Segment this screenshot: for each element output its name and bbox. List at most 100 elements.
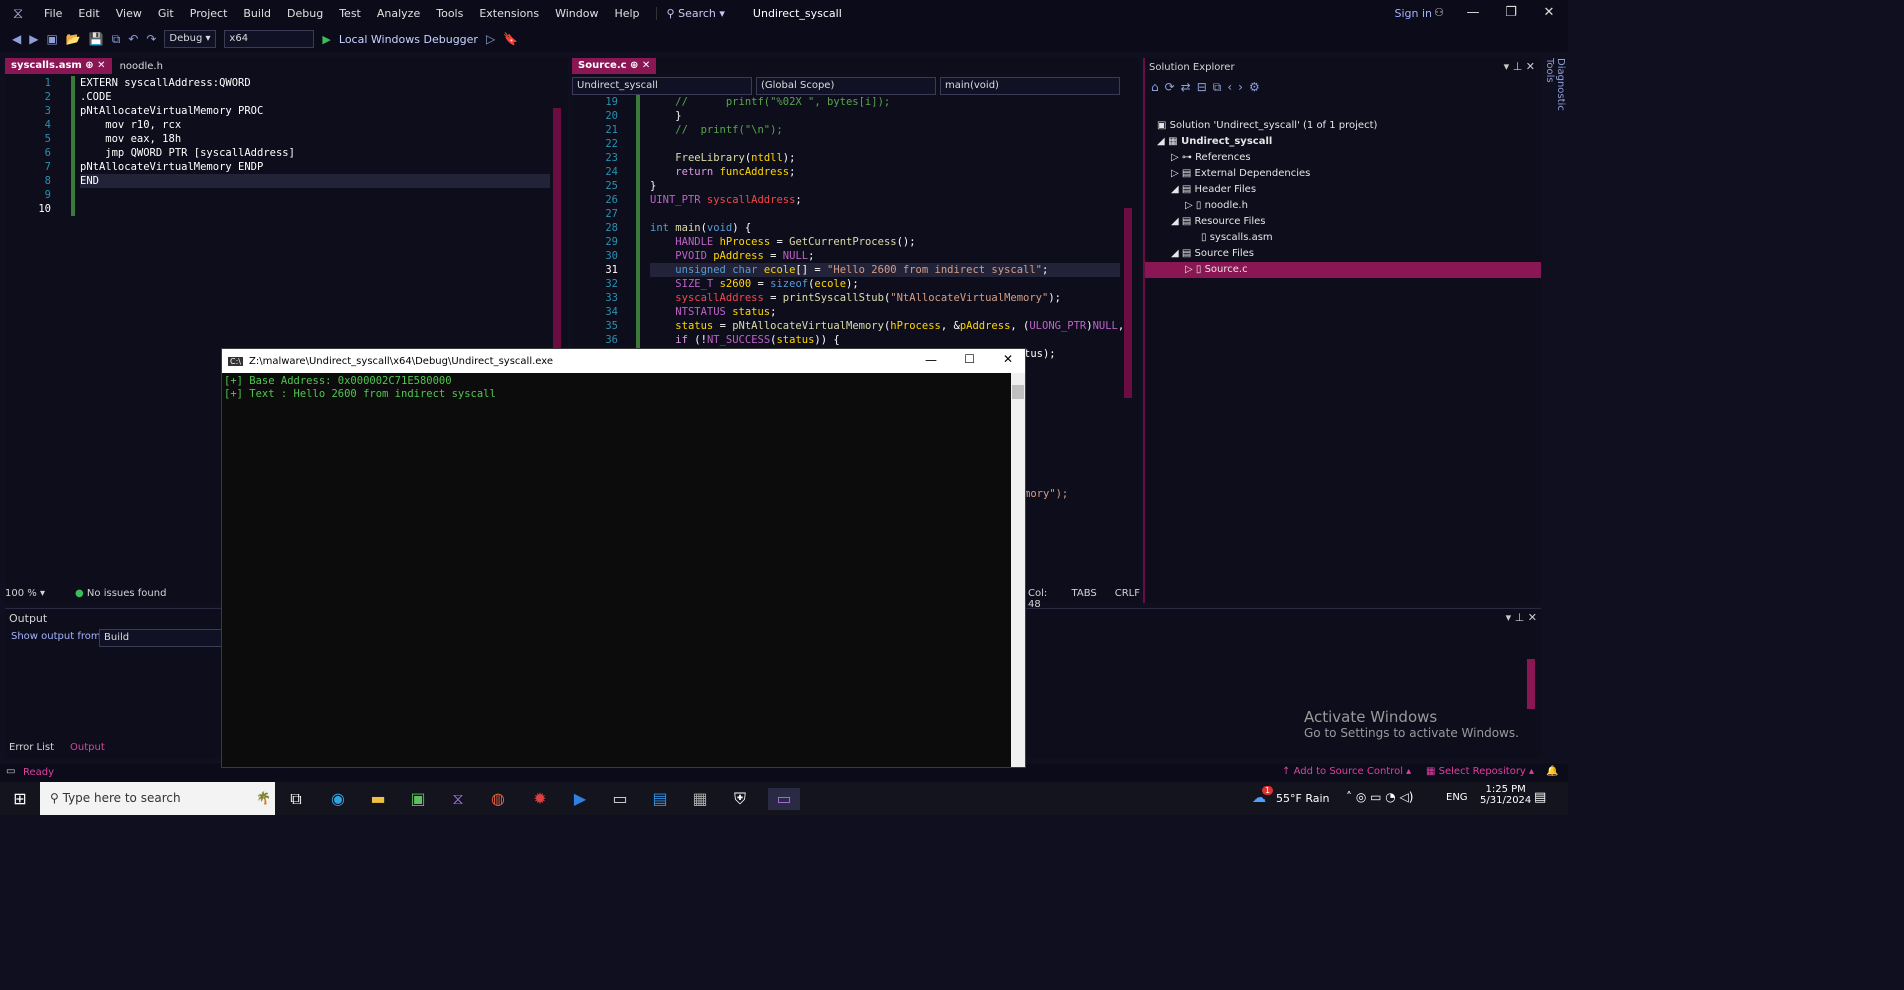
- console-scrollbar[interactable]: [1011, 373, 1025, 767]
- restore-button[interactable]: ❐: [1492, 0, 1530, 26]
- file-explorer-icon[interactable]: ▬: [366, 788, 390, 810]
- weather-text[interactable]: 55°F Rain: [1276, 792, 1330, 805]
- menu-analyze[interactable]: Analyze: [369, 7, 428, 20]
- console-minimize-button[interactable]: —: [925, 353, 937, 367]
- task-view-icon[interactable]: ⧉: [284, 788, 308, 810]
- menu-project[interactable]: Project: [182, 7, 236, 20]
- output-pane-controls[interactable]: ▾ ⊥ ✕: [1506, 611, 1537, 624]
- tray-icons[interactable]: ˄ ◎ ▭ ◔ ◁): [1346, 790, 1413, 804]
- diagnostic-tools-tab[interactable]: Diagnostic Tools: [1544, 58, 1566, 138]
- add-source-control-button[interactable]: ↑ Add to Source Control ▴: [1282, 766, 1411, 777]
- show-output-select[interactable]: Build: [99, 629, 223, 647]
- source-scrollbar[interactable]: [1124, 208, 1132, 398]
- source-c-node[interactable]: ▷ ▯ Source.c: [1145, 262, 1541, 278]
- minimize-button[interactable]: —: [1454, 0, 1492, 26]
- notifications-icon[interactable]: 🔔: [1546, 766, 1558, 777]
- new-project-icon[interactable]: ▣: [46, 32, 57, 46]
- tab-error-list[interactable]: Error List: [5, 742, 58, 753]
- crlf-indicator[interactable]: CRLF: [1115, 588, 1140, 610]
- start-icon[interactable]: ⊞: [8, 788, 32, 810]
- app-icon[interactable]: ◍: [486, 788, 510, 810]
- menu-tools[interactable]: Tools: [428, 7, 471, 20]
- asm-scrollbar[interactable]: [553, 108, 561, 348]
- menu-window[interactable]: Window: [547, 7, 606, 20]
- header-files-node[interactable]: ◢ ▤ Header Files: [1171, 182, 1256, 198]
- resource-files-node[interactable]: ◢ ▤ Resource Files: [1171, 214, 1266, 230]
- asm-code[interactable]: EXTERN syscallAddress:QWORD .CODE pNtAll…: [80, 76, 550, 188]
- menu-help[interactable]: Help: [606, 7, 647, 20]
- menu-file[interactable]: File: [36, 7, 70, 20]
- tab-syscalls-asm[interactable]: syscalls.asm ⊕ ✕: [5, 58, 112, 74]
- nav-member-select[interactable]: main(void): [940, 77, 1120, 95]
- open-icon[interactable]: 📂: [66, 32, 81, 46]
- config-select[interactable]: Debug ▾: [164, 30, 217, 48]
- start-without-debug-icon[interactable]: ▷: [486, 32, 495, 46]
- powershell-icon[interactable]: ▶: [568, 788, 592, 810]
- project-node[interactable]: ◢ ▦ Undirect_syscall: [1157, 134, 1272, 150]
- noodle-h-node[interactable]: ▷ ▯ noodle.h: [1185, 198, 1248, 214]
- nav-project-select[interactable]: Undirect_syscall: [572, 77, 752, 95]
- tab-output[interactable]: Output: [66, 742, 109, 753]
- menu-debug[interactable]: Debug: [279, 7, 331, 20]
- console-scroll-thumb[interactable]: [1012, 385, 1024, 399]
- console-window[interactable]: C:\ Z:\malware\Undirect_syscall\x64\Debu…: [221, 348, 1026, 768]
- line-number: 8: [44, 175, 51, 187]
- menu-build[interactable]: Build: [235, 7, 279, 20]
- save-all-icon[interactable]: ⧉: [112, 32, 121, 47]
- source-files-node[interactable]: ◢ ▤ Source Files: [1171, 246, 1254, 262]
- sign-in-link[interactable]: Sign in: [1394, 7, 1432, 20]
- menu-edit[interactable]: Edit: [70, 7, 107, 20]
- app-icon[interactable]: ▣: [406, 788, 430, 810]
- start-debug-icon[interactable]: ▶: [322, 33, 330, 46]
- console-output[interactable]: [+] Base Address: 0x000002C71E580000 [+]…: [222, 373, 1025, 401]
- start-debugger-button[interactable]: Local Windows Debugger: [339, 33, 478, 46]
- bookmark-icon[interactable]: 🔖: [503, 32, 518, 46]
- console-maximize-button[interactable]: ☐: [964, 352, 975, 366]
- pane-controls[interactable]: ▾ ⊥ ✕: [1504, 60, 1535, 73]
- terminal-icon[interactable]: ▭: [608, 788, 632, 810]
- console-titlebar[interactable]: C:\ Z:\malware\Undirect_syscall\x64\Debu…: [222, 349, 1025, 373]
- clock[interactable]: 1:25 PM 5/31/2024: [1480, 784, 1531, 806]
- visual-studio-icon[interactable]: ⧖: [446, 788, 470, 810]
- search-button[interactable]: ⚲ Search ▾: [655, 6, 735, 20]
- redo-icon[interactable]: ↷: [146, 32, 156, 46]
- syscalls-asm-node[interactable]: ▯ syscalls.asm: [1201, 230, 1273, 246]
- save-icon[interactable]: 💾: [89, 32, 104, 46]
- menu-git[interactable]: Git: [150, 7, 182, 20]
- menu-test[interactable]: Test: [331, 7, 369, 20]
- tab-source-c[interactable]: Source.c ⊕ ✕: [572, 58, 657, 74]
- asm-zoom[interactable]: 100 % ▾: [5, 588, 45, 599]
- output-scrollbar[interactable]: [1527, 659, 1535, 709]
- edge-icon[interactable]: ◉: [326, 788, 350, 810]
- menu-view[interactable]: View: [108, 7, 150, 20]
- undo-icon[interactable]: ↶: [128, 32, 138, 46]
- solution-node[interactable]: ▣ Solution 'Undirect_syscall' (1 of 1 pr…: [1157, 118, 1377, 134]
- issues-indicator[interactable]: ● No issues found: [75, 588, 166, 599]
- explorer-toolbar[interactable]: ⌂⟳⇄⊟⧉‹›⚙: [1151, 80, 1266, 95]
- external-dependencies-node[interactable]: ▷ ▤ External Dependencies: [1171, 166, 1310, 182]
- back-icon[interactable]: ◀: [12, 32, 21, 46]
- source-code[interactable]: // printf("%02X ", bytes[i]); } // print…: [650, 95, 1124, 347]
- bug-icon[interactable]: ✹: [528, 788, 552, 810]
- forward-icon[interactable]: ▶: [29, 32, 38, 46]
- tab-noodle-h[interactable]: noodle.h: [112, 61, 171, 72]
- select-repository-button[interactable]: ▦ Select Repository ▴: [1426, 766, 1534, 777]
- nav-scope-select[interactable]: (Global Scope): [756, 77, 936, 95]
- taskbar-search[interactable]: ⚲ Type here to search 🌴: [40, 782, 275, 815]
- console-taskbar-icon[interactable]: ▭: [768, 788, 800, 810]
- menu-extensions[interactable]: Extensions: [471, 7, 547, 20]
- platform-select[interactable]: x64: [224, 30, 315, 48]
- tabs-indicator[interactable]: TABS: [1072, 588, 1097, 610]
- app-icon[interactable]: ▤: [648, 788, 672, 810]
- navigation-bar: Undirect_syscall (Global Scope) main(voi…: [572, 77, 1138, 95]
- line-number: 22: [605, 138, 618, 150]
- references-node[interactable]: ▷ ⊶ References: [1171, 150, 1251, 166]
- shield-icon[interactable]: ⛨: [728, 788, 752, 810]
- action-center-icon[interactable]: ▤: [1534, 790, 1546, 805]
- account-icon[interactable]: ⚇: [1434, 6, 1444, 19]
- close-button[interactable]: ✕: [1530, 0, 1568, 26]
- app-icon[interactable]: ▦: [688, 788, 712, 810]
- console-close-button[interactable]: ✕: [1003, 352, 1013, 366]
- language-indicator[interactable]: ENG: [1446, 792, 1468, 803]
- watermark-subtitle: Go to Settings to activate Windows.: [1304, 726, 1519, 740]
